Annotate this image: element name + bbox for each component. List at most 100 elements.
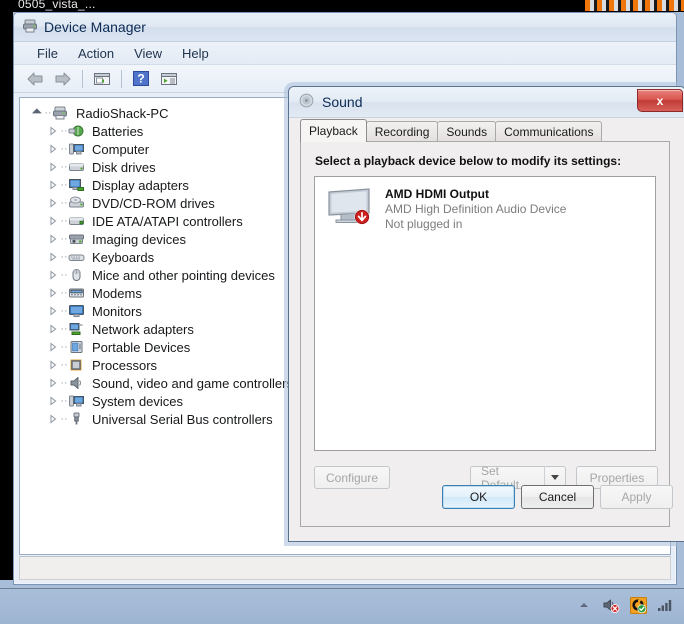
chevron-right-icon[interactable] (46, 304, 60, 318)
chevron-right-icon[interactable] (46, 376, 60, 390)
tab-communications[interactable]: Communications (495, 121, 603, 141)
sound-speaker-icon (298, 92, 315, 112)
panel-instruction-label: Select a playback device below to modify… (315, 154, 622, 168)
ide-controller-icon (68, 213, 86, 229)
device-manager-title: Device Manager (44, 19, 146, 35)
processor-icon (68, 357, 86, 373)
modem-icon (68, 285, 86, 301)
network-signal-icon[interactable] (656, 596, 674, 614)
system-tray (575, 596, 674, 614)
menu-file[interactable]: File (28, 44, 67, 63)
battery-icon (68, 123, 86, 139)
chevron-right-icon[interactable] (46, 160, 60, 174)
chevron-right-icon[interactable] (46, 232, 60, 246)
tree-item-label: Imaging devices (92, 231, 186, 247)
menu-help[interactable]: Help (173, 44, 218, 63)
device-text-block: AMD HDMI Output AMD High Definition Audi… (385, 187, 566, 232)
chevron-right-icon[interactable] (46, 412, 60, 426)
sound-dialog: Sound x Playback Recording Sounds Commun… (288, 86, 684, 542)
tree-item-label: Disk drives (92, 159, 156, 175)
chevron-right-icon[interactable] (46, 340, 60, 354)
tree-item-label: Display adapters (92, 177, 189, 193)
tree-item-label: Batteries (92, 123, 144, 139)
tree-connector: ·· (60, 359, 68, 371)
device-manager-titlebar[interactable]: Device Manager (14, 13, 676, 42)
chevron-right-icon[interactable] (46, 286, 60, 300)
tree-item-label: Monitors (92, 303, 142, 319)
hdmi-monitor-icon (325, 186, 375, 228)
toolbar-separator-2 (121, 69, 122, 88)
chevron-right-icon[interactable] (46, 268, 60, 282)
tab-recording[interactable]: Recording (365, 121, 439, 141)
show-hidden-icons-icon[interactable] (575, 596, 593, 614)
ok-button[interactable]: OK (442, 485, 515, 509)
chevron-expanded-icon[interactable] (30, 106, 44, 120)
tree-connector: ·· (60, 377, 68, 389)
chevron-right-icon[interactable] (46, 250, 60, 264)
volume-muted-icon[interactable] (602, 596, 620, 614)
tree-connector: ·· (60, 161, 68, 173)
tree-item-label: IDE ATA/ATAPI controllers (92, 213, 243, 229)
tree-connector: ·· (60, 233, 68, 245)
monitor-icon (68, 303, 86, 319)
screen: 0505_vista_... Device Manager File Actio… (0, 0, 684, 624)
chevron-right-icon[interactable] (46, 178, 60, 192)
scan-hardware-icon[interactable] (156, 68, 182, 90)
toolbar-separator-1 (82, 69, 83, 88)
menu-view[interactable]: View (125, 44, 171, 63)
properties-icon[interactable] (89, 68, 115, 90)
chevron-right-icon[interactable] (46, 124, 60, 138)
usb-icon (68, 411, 86, 427)
tree-item-label: Mice and other pointing devices (92, 267, 275, 283)
tree-connector: ·· (60, 395, 68, 407)
tree-item-label: Computer (92, 141, 150, 157)
tree-connector: ·· (60, 143, 68, 155)
device-status: Not plugged in (385, 217, 463, 231)
tree-connector: ·· (60, 215, 68, 227)
sound-dialog-titlebar[interactable]: Sound x (289, 87, 684, 118)
background-window-title: 0505_vista_... (18, 0, 96, 11)
chevron-right-icon[interactable] (46, 394, 60, 408)
dialog-footer-buttons: OK Cancel Apply (442, 485, 673, 509)
desktop-top-strip: 0505_vista_... (0, 0, 684, 12)
chevron-right-icon[interactable] (46, 214, 60, 228)
tree-item-label: Processors (92, 357, 158, 373)
system-device-icon (68, 393, 86, 409)
tree-item-label: Network adapters (92, 321, 194, 337)
svg-text:?: ? (137, 72, 144, 86)
display-adapter-icon (68, 177, 86, 193)
tree-connector: ·· (44, 107, 52, 119)
cancel-button[interactable]: Cancel (521, 485, 594, 509)
tab-playback[interactable]: Playback (300, 119, 367, 142)
device-manager-menubar: File Action View Help (14, 42, 676, 65)
tree-connector: ·· (60, 125, 68, 137)
tree-connector: ·· (60, 305, 68, 317)
apply-button[interactable]: Apply (600, 485, 673, 509)
list-item[interactable]: AMD HDMI Output AMD High Definition Audi… (315, 177, 655, 241)
chevron-right-icon[interactable] (46, 196, 60, 210)
tree-connector: ·· (60, 287, 68, 299)
imaging-device-icon (68, 231, 86, 247)
device-driver: AMD High Definition Audio Device (385, 202, 567, 216)
help-icon[interactable]: ? (128, 68, 154, 90)
disk-drive-icon (68, 159, 86, 175)
network-adapter-icon (68, 321, 86, 337)
sound-dialog-tabs: Playback Recording Sounds Communications (300, 119, 603, 142)
menu-action[interactable]: Action (69, 44, 123, 63)
back-arrow-icon[interactable] (22, 68, 48, 90)
device-name: AMD HDMI Output (385, 187, 489, 201)
sound-dialog-title: Sound (322, 94, 363, 110)
forward-arrow-icon[interactable] (50, 68, 76, 90)
chevron-right-icon[interactable] (46, 142, 60, 156)
configure-button[interactable]: Configure (314, 466, 390, 489)
tree-connector: ·· (60, 179, 68, 191)
playback-device-list[interactable]: AMD HDMI Output AMD High Definition Audi… (314, 176, 656, 451)
chevron-right-icon[interactable] (46, 358, 60, 372)
chevron-right-icon[interactable] (46, 322, 60, 336)
antivirus-shield-icon[interactable] (629, 596, 647, 614)
tab-sounds[interactable]: Sounds (437, 121, 497, 141)
tree-item-label: Modems (92, 285, 142, 301)
close-icon[interactable]: x (637, 89, 683, 112)
device-manager-statusbar (19, 556, 671, 580)
tree-connector: ·· (60, 269, 68, 281)
